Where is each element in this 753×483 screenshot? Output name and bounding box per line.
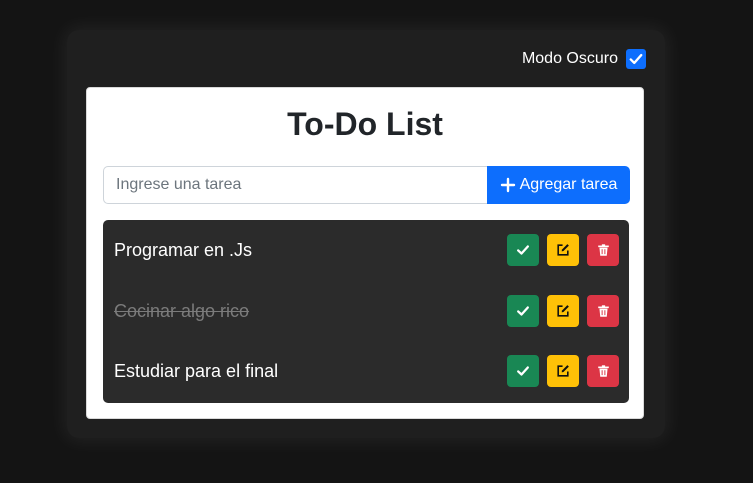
dark-mode-checkbox[interactable] <box>626 49 646 69</box>
trash-icon <box>597 305 609 317</box>
task-text-completed: Cocinar algo rico <box>114 300 250 321</box>
task-actions <box>507 355 619 387</box>
task-text: Programar en .Js <box>114 239 253 260</box>
complete-task-button[interactable] <box>507 295 539 327</box>
pencil-square-icon <box>557 244 569 256</box>
app-container: Modo Oscuro To-Do List Agregar tarea Pro… <box>67 30 665 438</box>
complete-task-button[interactable] <box>507 355 539 387</box>
edit-task-button[interactable] <box>547 355 579 387</box>
task-actions <box>507 295 619 327</box>
page-title: To-Do List <box>287 106 443 142</box>
edit-task-button[interactable] <box>547 234 579 266</box>
list-item: Estudiar para el final <box>103 341 629 401</box>
add-task-button[interactable]: Agregar tarea <box>487 166 630 204</box>
task-list: Programar en .Js Cocinar algo rico Estud… <box>103 220 629 403</box>
add-task-form: Agregar tarea <box>103 166 630 204</box>
add-task-label: Agregar tarea <box>519 176 618 193</box>
task-text: Estudiar para el final <box>114 360 279 381</box>
list-item: Cocinar algo rico <box>103 281 629 341</box>
dark-mode-label[interactable]: Modo Oscuro <box>522 50 618 68</box>
check-icon <box>517 366 529 376</box>
edit-task-button[interactable] <box>547 295 579 327</box>
check-icon <box>517 306 529 316</box>
pencil-square-icon <box>557 305 569 317</box>
pencil-square-icon <box>557 365 569 377</box>
todo-card: To-Do List Agregar tarea Programar en .J… <box>86 87 644 419</box>
check-icon <box>517 245 529 255</box>
delete-task-button[interactable] <box>587 295 619 327</box>
trash-icon <box>597 244 609 256</box>
task-input[interactable] <box>103 166 487 204</box>
task-actions <box>507 234 619 266</box>
delete-task-button[interactable] <box>587 234 619 266</box>
check-icon <box>629 53 643 65</box>
delete-task-button[interactable] <box>587 355 619 387</box>
plus-icon <box>500 177 515 193</box>
trash-icon <box>597 365 609 377</box>
list-item: Programar en .Js <box>103 220 629 280</box>
complete-task-button[interactable] <box>507 234 539 266</box>
dark-mode-toggle[interactable]: Modo Oscuro <box>522 49 646 69</box>
